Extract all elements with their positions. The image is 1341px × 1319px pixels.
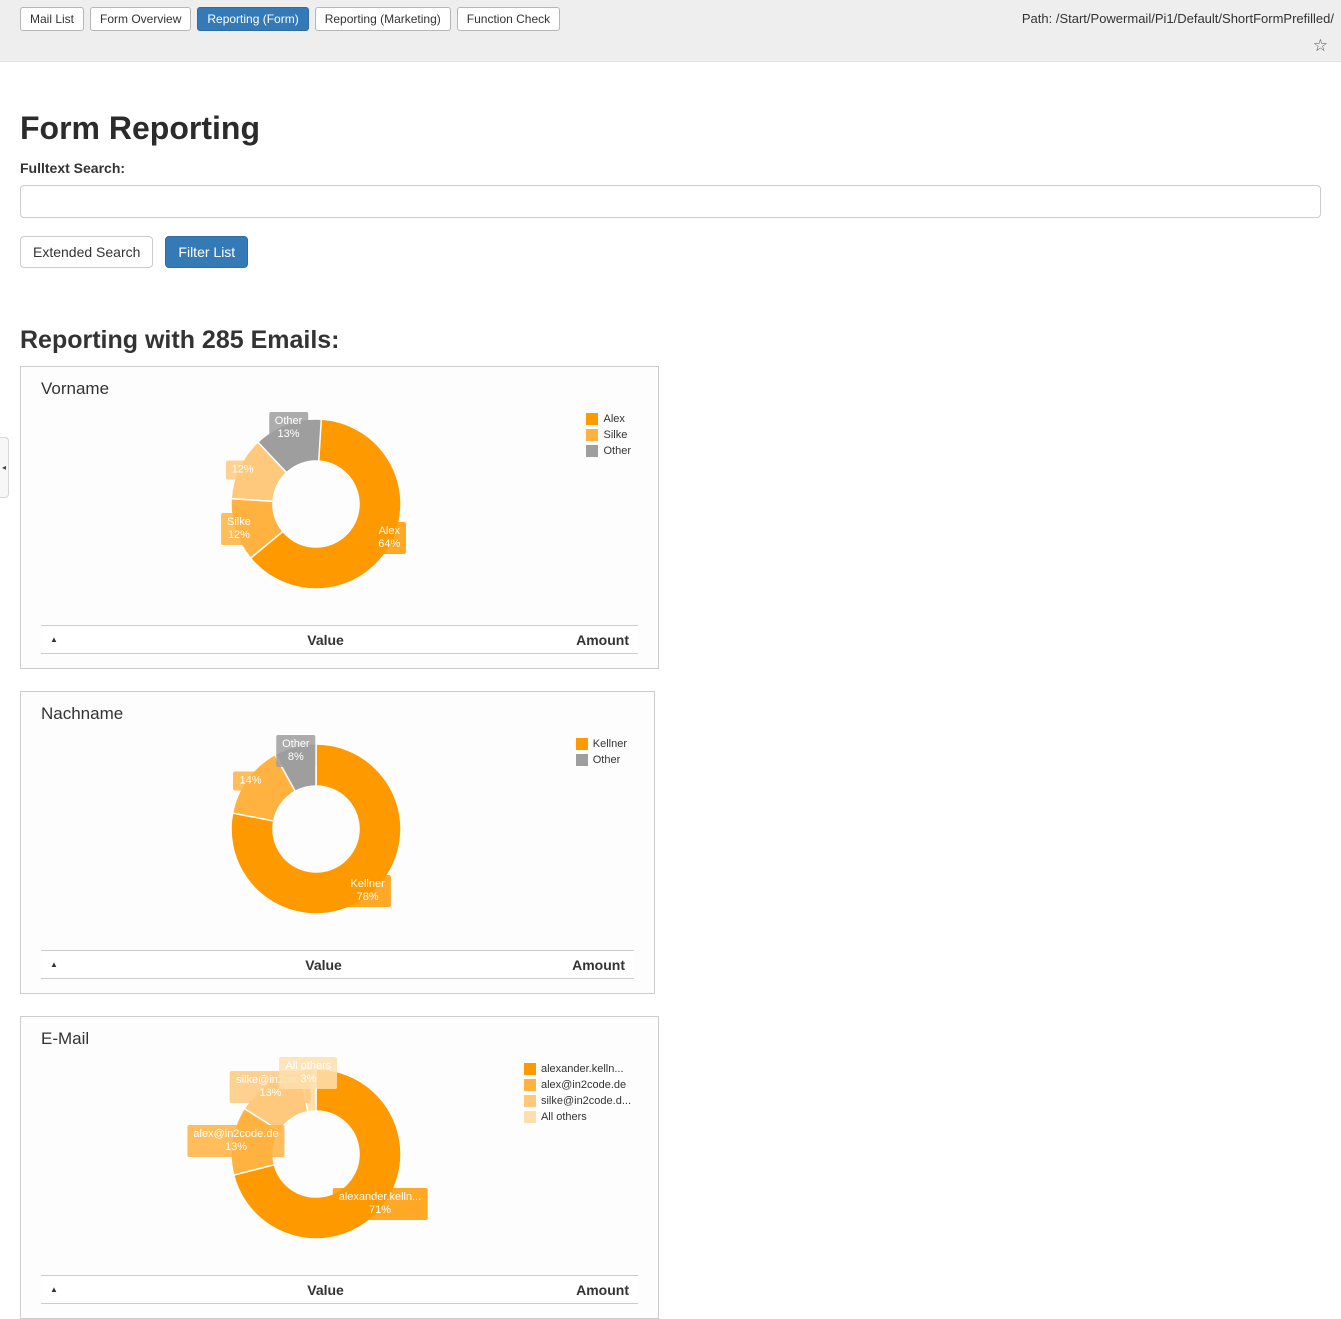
chart-slice-label: 12% bbox=[226, 460, 260, 479]
legend-label: All others bbox=[541, 1111, 587, 1123]
legend-swatch-icon bbox=[586, 429, 598, 441]
chart-panel-email: E-Mail alexander.kelln...71% alex@in2code… bbox=[20, 1016, 659, 1319]
tab-mail-list[interactable]: Mail List bbox=[20, 7, 84, 31]
legend-item[interactable]: silke@in2code.d... bbox=[524, 1095, 631, 1107]
chart-slice-label: Alex64% bbox=[372, 522, 406, 554]
legend-label: Silke bbox=[603, 429, 627, 441]
column-header-value[interactable]: Value bbox=[75, 957, 572, 973]
chart-legend: Alex Silke Other bbox=[586, 413, 631, 461]
column-header-amount[interactable]: Amount bbox=[572, 957, 634, 973]
chart-panel-title: E-Mail bbox=[41, 1029, 89, 1049]
column-header-amount[interactable]: Amount bbox=[576, 1282, 638, 1298]
chart-slice-label: 14% bbox=[233, 772, 267, 791]
legend-item[interactable]: Other bbox=[586, 445, 631, 457]
chart-panel-title: Nachname bbox=[41, 704, 123, 724]
legend-item[interactable]: Kellner bbox=[576, 738, 627, 750]
result-table-header: ▲ Value Amount bbox=[41, 950, 634, 979]
legend-item[interactable]: Alex bbox=[586, 413, 631, 425]
tab-function-check[interactable]: Function Check bbox=[457, 7, 560, 31]
legend-item[interactable]: Other bbox=[576, 754, 627, 766]
chart-panels: Vorname Alex64% Silke12% 12% Other13% Alex S… bbox=[20, 366, 1321, 1319]
legend-label: Kellner bbox=[593, 738, 627, 750]
legend-item[interactable]: Silke bbox=[586, 429, 631, 441]
legend-label: Alex bbox=[603, 413, 624, 425]
legend-swatch-icon bbox=[524, 1111, 536, 1123]
chart-panel-vorname: Vorname Alex64% Silke12% 12% Other13% Alex S… bbox=[20, 366, 659, 669]
chart-legend: alexander.kelln... alex@in2code.de silke@i… bbox=[524, 1063, 631, 1127]
search-actions: Extended Search Filter List bbox=[20, 236, 1321, 268]
chart-slice-label: alex@in2code.de13% bbox=[187, 1125, 284, 1157]
legend-label: alex@in2code.de bbox=[541, 1079, 626, 1091]
sort-caret-icon[interactable]: ▲ bbox=[41, 1285, 75, 1294]
collapse-arrow-icon: ◂ bbox=[2, 463, 6, 472]
chart-slice-label: Other13% bbox=[269, 412, 309, 444]
fulltext-search-input[interactable] bbox=[20, 185, 1321, 218]
legend-swatch-icon bbox=[576, 754, 588, 766]
legend-swatch-icon bbox=[586, 445, 598, 457]
chart-slice-label: alexander.kelln...71% bbox=[333, 1188, 428, 1220]
breadcrumb-path: Path: /Start/Powermail/Pi1/Default/Short… bbox=[1022, 11, 1334, 26]
chart-slice-label: Other8% bbox=[276, 735, 316, 767]
module-body: Form Reporting Fulltext Search: Extended… bbox=[0, 62, 1341, 1319]
module-docheader: Mail List Form Overview Reporting (Form)… bbox=[0, 0, 1341, 62]
legend-label: silke@in2code.d... bbox=[541, 1095, 631, 1107]
page-title: Form Reporting bbox=[20, 62, 1321, 160]
legend-item[interactable]: alex@in2code.de bbox=[524, 1079, 631, 1091]
function-tabs: Mail List Form Overview Reporting (Form)… bbox=[20, 7, 560, 31]
legend-label: Other bbox=[603, 445, 631, 457]
chart-slice-label: All others3% bbox=[279, 1057, 337, 1089]
reporting-section-title: Reporting with 285 Emails: bbox=[20, 268, 1321, 366]
legend-swatch-icon bbox=[524, 1063, 536, 1075]
tab-form-overview[interactable]: Form Overview bbox=[90, 7, 191, 31]
legend-swatch-icon bbox=[576, 738, 588, 750]
legend-swatch-icon bbox=[586, 413, 598, 425]
chart-legend: Kellner Other bbox=[576, 738, 627, 770]
sort-caret-icon[interactable]: ▲ bbox=[41, 960, 75, 969]
column-header-value[interactable]: Value bbox=[75, 632, 576, 648]
legend-swatch-icon bbox=[524, 1079, 536, 1091]
tab-reporting-form[interactable]: Reporting (Form) bbox=[197, 7, 308, 31]
sort-caret-icon[interactable]: ▲ bbox=[41, 635, 75, 644]
legend-swatch-icon bbox=[524, 1095, 536, 1107]
result-table-header: ▲ Value Amount bbox=[41, 625, 638, 654]
extended-search-button[interactable]: Extended Search bbox=[20, 236, 153, 268]
chart-slice-label: Silke12% bbox=[221, 513, 257, 545]
legend-label: Other bbox=[593, 754, 621, 766]
chart-panel-title: Vorname bbox=[41, 379, 109, 399]
sidebar-collapse-handle[interactable]: ◂ bbox=[0, 437, 9, 498]
donut-chart-vorname: Alex64% Silke12% 12% Other13% bbox=[21, 367, 658, 668]
chart-slice-label: Kellner78% bbox=[345, 875, 391, 907]
chart-panel-nachname: Nachname Kellner78% 14% Other8% Kellner Oth… bbox=[20, 691, 655, 994]
column-header-amount[interactable]: Amount bbox=[576, 632, 638, 648]
column-header-value[interactable]: Value bbox=[75, 1282, 576, 1298]
legend-label: alexander.kelln... bbox=[541, 1063, 624, 1075]
legend-item[interactable]: All others bbox=[524, 1111, 631, 1123]
tab-reporting-marketing[interactable]: Reporting (Marketing) bbox=[315, 7, 451, 31]
bookmark-star-icon[interactable]: ☆ bbox=[1313, 37, 1328, 55]
donut-chart-nachname: Kellner78% 14% Other8% bbox=[21, 692, 654, 993]
result-table-header: ▲ Value Amount bbox=[41, 1275, 638, 1304]
fulltext-search-label: Fulltext Search: bbox=[20, 160, 1321, 176]
legend-item[interactable]: alexander.kelln... bbox=[524, 1063, 631, 1075]
filter-list-button[interactable]: Filter List bbox=[165, 236, 248, 268]
chart-slice-label: silke@in2co...13% bbox=[230, 1071, 311, 1103]
